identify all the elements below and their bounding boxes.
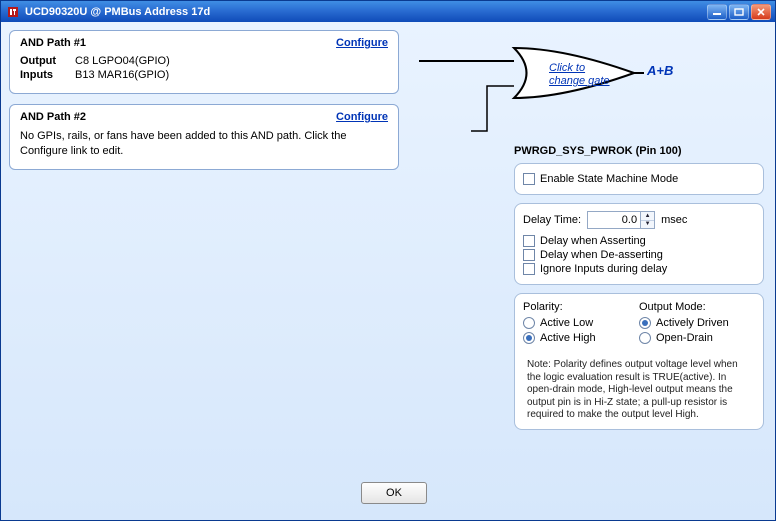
- or-gate-icon: [419, 36, 679, 146]
- output-mode-actively-driven-radio[interactable]: [639, 317, 651, 329]
- polarity-active-low-radio[interactable]: [523, 317, 535, 329]
- ti-logo-icon: [7, 6, 19, 18]
- ok-button[interactable]: OK: [361, 482, 427, 504]
- output-mode-open-drain-label: Open-Drain: [656, 332, 713, 344]
- delay-group: Delay Time: 0.0 ▲ ▼ msec Delay when: [514, 203, 764, 285]
- and-path-2-empty-message: No GPIs, rails, or fans have been added …: [20, 129, 388, 159]
- ignore-inputs-label: Ignore Inputs during delay: [540, 263, 667, 275]
- enable-state-machine-group: Enable State Machine Mode: [514, 163, 764, 195]
- delay-time-units: msec: [661, 214, 687, 226]
- delay-deasserting-checkbox[interactable]: [523, 249, 535, 261]
- minimize-button[interactable]: [707, 4, 727, 20]
- chevron-down-icon[interactable]: ▼: [641, 221, 654, 229]
- and-path-1-output-label: Output: [20, 55, 75, 67]
- polarity-heading: Polarity:: [523, 301, 639, 313]
- enable-state-machine-label: Enable State Machine Mode: [540, 173, 678, 185]
- and-path-2-configure-link[interactable]: Configure: [336, 111, 388, 123]
- and-path-2-title: AND Path #2: [20, 111, 336, 123]
- delay-asserting-label: Delay when Asserting: [540, 235, 646, 247]
- output-mode-actively-driven-label: Actively Driven: [656, 317, 729, 329]
- client-area: AND Path #1 Configure Output C8 LGPO04(G…: [0, 22, 776, 521]
- and-path-1-inputs-label: Inputs: [20, 69, 75, 81]
- close-button[interactable]: [751, 4, 771, 20]
- output-mode-open-drain-radio[interactable]: [639, 332, 651, 344]
- output-pin-heading: PWRGD_SYS_PWROK (Pin 100): [514, 145, 764, 157]
- delay-time-label: Delay Time:: [523, 214, 581, 226]
- ignore-inputs-checkbox[interactable]: [523, 263, 535, 275]
- and-path-1-configure-link[interactable]: Configure: [336, 37, 388, 49]
- delay-time-input[interactable]: 0.0: [587, 211, 641, 229]
- polarity-output-mode-group: Polarity: Active Low Active High Output …: [514, 293, 764, 430]
- gate-expression: A+B: [647, 63, 673, 78]
- window-titlebar: UCD90320U @ PMBus Address 17d: [0, 0, 776, 22]
- polarity-active-low-label: Active Low: [540, 317, 593, 329]
- and-path-1-title: AND Path #1: [20, 37, 336, 49]
- and-path-1-card: AND Path #1 Configure Output C8 LGPO04(G…: [9, 30, 399, 94]
- polarity-active-high-label: Active High: [540, 332, 596, 344]
- delay-time-spinner[interactable]: ▲ ▼: [641, 211, 655, 229]
- output-panel: PWRGD_SYS_PWROK (Pin 100) Enable State M…: [514, 145, 764, 438]
- chevron-up-icon[interactable]: ▲: [641, 212, 654, 221]
- and-path-1-output-value: C8 LGPO04(GPIO): [75, 55, 170, 67]
- change-gate-link[interactable]: Click to change gate: [549, 62, 610, 88]
- window-title: UCD90320U @ PMBus Address 17d: [25, 6, 701, 18]
- and-path-2-card: AND Path #2 Configure No GPIs, rails, or…: [9, 104, 399, 170]
- gate-diagram: Click to change gate A+B: [419, 36, 679, 146]
- polarity-active-high-radio[interactable]: [523, 332, 535, 344]
- output-mode-heading: Output Mode:: [639, 301, 755, 313]
- delay-deasserting-label: Delay when De-asserting: [540, 249, 663, 261]
- window-controls: [707, 4, 771, 20]
- maximize-button[interactable]: [729, 4, 749, 20]
- polarity-note: Note: Polarity defines output voltage le…: [523, 359, 755, 422]
- and-path-1-inputs-value: B13 MAR16(GPIO): [75, 69, 169, 81]
- delay-asserting-checkbox[interactable]: [523, 235, 535, 247]
- enable-state-machine-checkbox[interactable]: [523, 173, 535, 185]
